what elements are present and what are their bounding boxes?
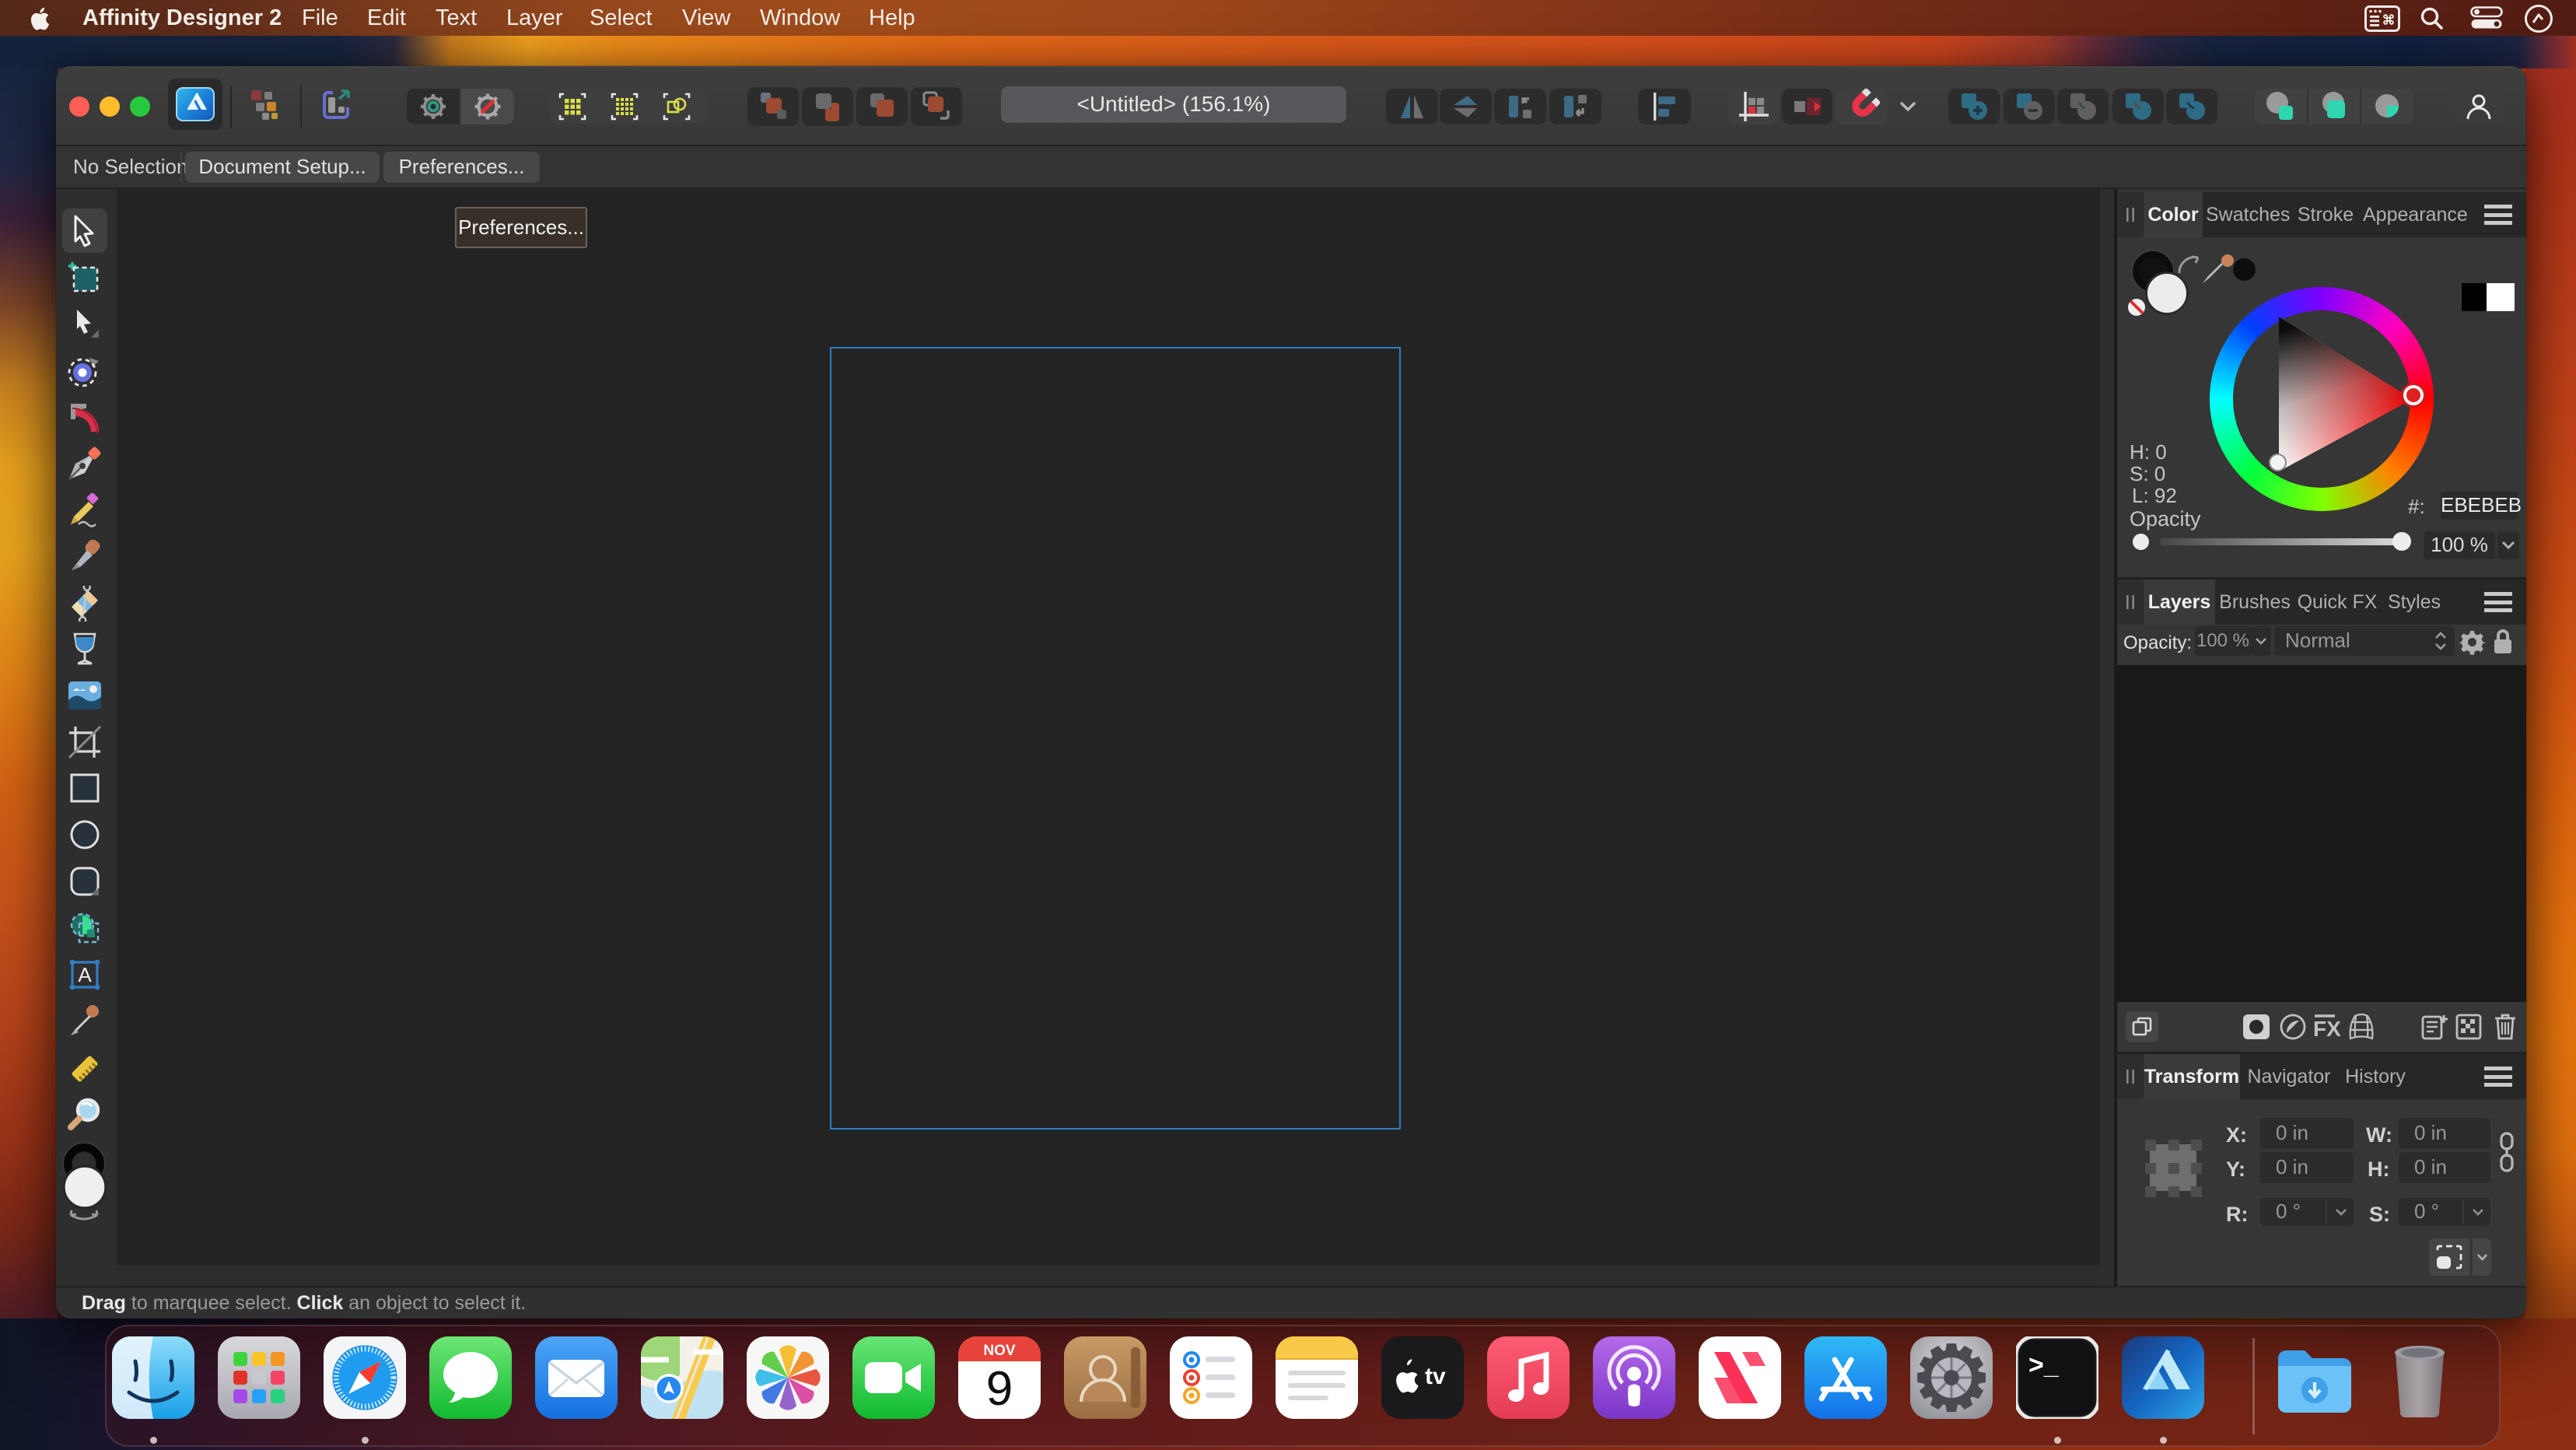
svg-text:NOV: NOV <box>983 1343 1016 1359</box>
svg-text:FX: FX <box>2313 1017 2341 1041</box>
svg-text:9: 9 <box>986 1362 1013 1416</box>
svg-text:>_: >_ <box>2028 1350 2060 1380</box>
svg-text:A: A <box>78 963 92 986</box>
svg-text:⌘: ⌘ <box>2382 13 2396 28</box>
svg-text:tv: tv <box>1425 1364 1446 1389</box>
